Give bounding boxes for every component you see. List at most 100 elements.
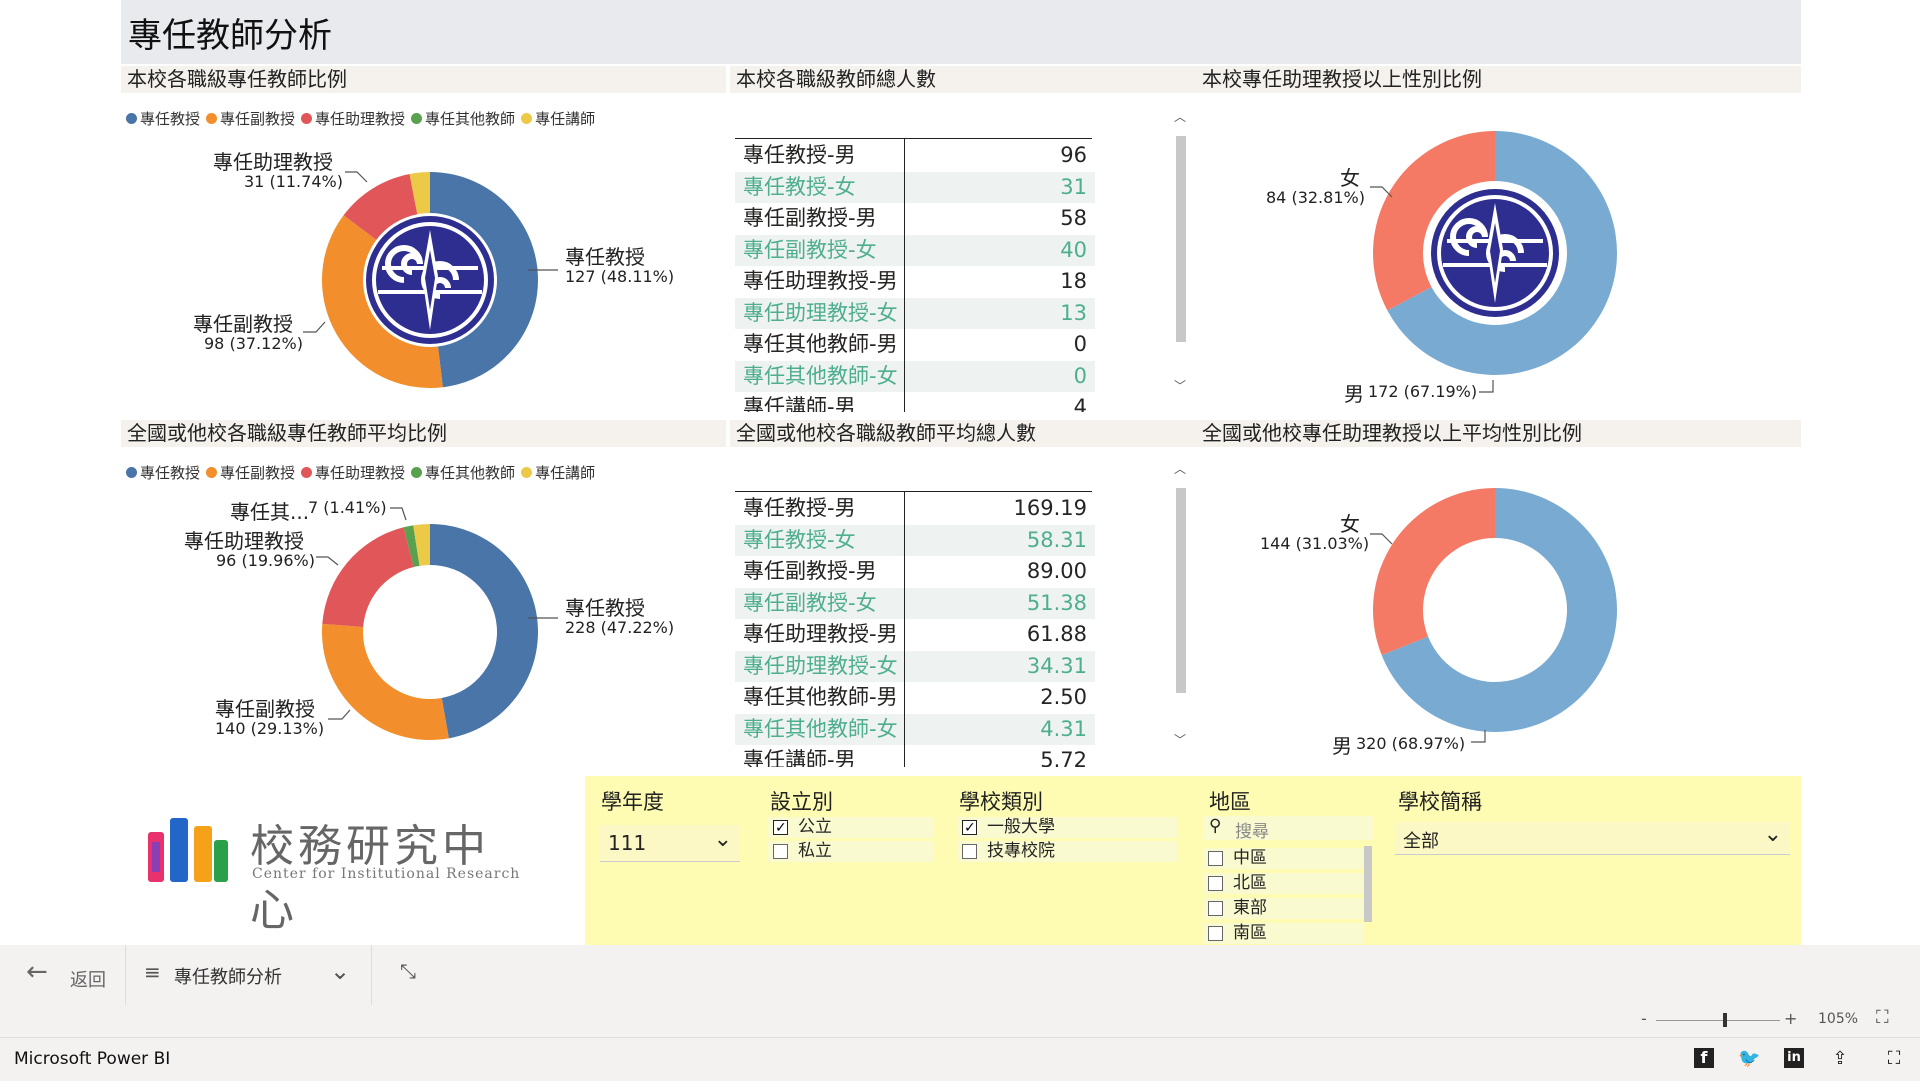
table-cell-category: 專任副教授-男 xyxy=(743,559,877,583)
table-row[interactable]: 專任教授-女 31 xyxy=(735,171,1095,203)
year-dropdown-value: 111 xyxy=(608,831,647,855)
option-label: 南區 xyxy=(1233,923,1267,943)
region-search-box[interactable]: ⚲ 搜尋 xyxy=(1203,816,1373,842)
option-label: 東部 xyxy=(1233,898,1267,918)
table-row[interactable]: 專任助理教授-男 61.88 xyxy=(735,619,1095,650)
table-row[interactable]: 專任講師-男 4 xyxy=(735,392,1095,412)
slice-label-value: 140 (29.13%) xyxy=(215,719,325,738)
region-scrollbar[interactable] xyxy=(1364,846,1372,922)
zoom-slider-thumb[interactable] xyxy=(1723,1013,1728,1027)
slice-label-value: 31 (11.74%) xyxy=(244,172,343,191)
slice-label-name: 專任教授 xyxy=(565,245,645,269)
slice-label-name: 男 xyxy=(1344,382,1364,406)
checkbox-icon[interactable] xyxy=(1208,851,1223,866)
table-row[interactable]: 專任副教授-男 58 xyxy=(735,203,1095,234)
table-cell-category: 專任副教授-女 xyxy=(743,590,877,615)
option-label: 北區 xyxy=(1233,873,1267,893)
table-column-rule xyxy=(904,491,905,767)
checkbox-icon[interactable] xyxy=(1208,926,1223,941)
facebook-icon[interactable]: f xyxy=(1694,1048,1714,1068)
table-row[interactable]: 專任副教授-女 40 xyxy=(735,234,1095,266)
linkedin-icon[interactable]: in xyxy=(1784,1048,1804,1068)
table-cell-value: 2.50 xyxy=(1040,685,1087,709)
slice-label-name: 專任助理教授 xyxy=(213,150,333,174)
table-cell-value: 31 xyxy=(1060,174,1087,199)
school-name-dropdown-value: 全部 xyxy=(1403,831,1439,852)
checkbox-icon[interactable] xyxy=(773,844,788,859)
table-cell-value: 34.31 xyxy=(1026,653,1087,678)
slice-label-value: 127 (48.11%) xyxy=(565,267,675,286)
table-scrollbar[interactable]: ︿ ﹀ xyxy=(1173,460,1187,748)
checkbox-option[interactable]: 技專校院 xyxy=(957,841,1177,862)
chevron-down-icon: ⌄ xyxy=(713,827,732,852)
fit-to-page-icon[interactable]: ⛶ xyxy=(1876,1007,1889,1028)
page-selector-dropdown[interactable]: ≡ 專任教師分析 ⌄ xyxy=(140,957,360,991)
back-label: 返回 xyxy=(70,970,106,991)
chevron-down-icon: ⌄ xyxy=(1763,822,1782,847)
table-row[interactable]: 專任助理教授-男 18 xyxy=(735,266,1095,297)
data-table-national-count: 專任教授-男 169.19 專任教授-女 58.31 專任副教授-男 89.00 專任副教授… xyxy=(735,493,1095,767)
report-canvas: 專任教師分析 本校各職級專任教師比例 本校各職級教師總人數 本校專任助理教授以上… xyxy=(0,0,1920,945)
region-list: 中區 北區 東部 南區 xyxy=(1203,842,1373,945)
footer-bar: Microsoft Power BI f 🐦 in ⇪ ⛶ xyxy=(0,1037,1920,1081)
checkbox-icon[interactable] xyxy=(1208,901,1223,916)
table-row[interactable]: 專任其他教師-男 2.50 xyxy=(735,682,1095,713)
table-scrollbar[interactable]: ︿ ﹀ xyxy=(1173,108,1187,394)
table-cell-category: 專任助理教授-女 xyxy=(743,300,898,325)
checkbox-option[interactable]: 北區 xyxy=(1203,873,1363,894)
table-row[interactable]: 專任其他教師-女 0 xyxy=(735,360,1095,392)
zoom-level: 105% xyxy=(1818,1011,1859,1027)
divider xyxy=(371,945,372,1005)
slice-label-name: 女 xyxy=(1340,166,1360,190)
table-row[interactable]: 專任講師-男 5.72 xyxy=(735,745,1095,767)
checkbox-option[interactable]: 東部 xyxy=(1203,898,1363,919)
checkbox-checked-icon[interactable] xyxy=(962,818,977,839)
slice-label-name: 專任副教授 xyxy=(215,697,315,721)
table-cell-category: 專任其他教師-女 xyxy=(743,363,898,388)
checkbox-option[interactable]: 中區 xyxy=(1203,848,1363,869)
brand-label: Microsoft Power BI xyxy=(14,1049,171,1069)
table-cell-value: 96 xyxy=(1060,143,1087,167)
zoom-in-button[interactable]: + xyxy=(1784,1009,1797,1028)
zoom-out-button[interactable]: - xyxy=(1641,1009,1647,1028)
logo-bars-icon xyxy=(148,818,228,882)
table-row[interactable]: 專任其他教師-男 0 xyxy=(735,329,1095,360)
checkbox-option[interactable]: 私立 xyxy=(768,841,933,862)
table-cell-category: 專任其他教師-男 xyxy=(743,332,898,356)
institution-logo: 校務研究中心 Center for Institutional Research xyxy=(146,808,536,936)
back-button[interactable]: ← 返回 xyxy=(22,957,122,991)
checkbox-icon[interactable] xyxy=(1208,876,1223,891)
page-selector-label: 專任教師分析 xyxy=(174,967,282,988)
exit-focus-mode-icon[interactable]: ⤡ xyxy=(394,959,422,987)
slice-label-name: 專任教授 xyxy=(565,596,645,620)
option-label: 公立 xyxy=(798,817,832,837)
checkbox-option[interactable]: 公立 xyxy=(768,817,933,839)
table-row[interactable]: 專任助理教授-女 13 xyxy=(735,297,1095,329)
school-name-dropdown[interactable]: 全部 ⌄ xyxy=(1395,822,1790,855)
table-cell-value: 18 xyxy=(1060,269,1087,293)
zoom-slider[interactable] xyxy=(1656,1020,1780,1021)
table-row[interactable]: 專任其他教師-女 4.31 xyxy=(735,713,1095,745)
checkbox-option[interactable]: 南區 xyxy=(1203,923,1363,944)
checkbox-checked-icon[interactable] xyxy=(773,818,788,839)
slice-label-value: 98 (37.12%) xyxy=(204,334,303,353)
table-row[interactable]: 專任助理教授-女 34.31 xyxy=(735,650,1095,682)
checkbox-option[interactable]: 一般大學 xyxy=(957,817,1177,839)
share-icon[interactable]: ⇪ xyxy=(1830,1048,1850,1069)
table-cell-value: 58.31 xyxy=(1026,527,1087,552)
checkbox-icon[interactable] xyxy=(962,844,977,859)
table-row[interactable]: 專任教授-男 169.19 xyxy=(735,493,1095,524)
table-cell-value: 0 xyxy=(1073,332,1087,356)
data-table-school-count: 專任教授-男 96 專任教授-女 31 專任副教授-男 58 專任副教授-女 40 專任助理教授… xyxy=(735,140,1095,412)
table-column-rule xyxy=(904,138,905,412)
slice-label-name: 女 xyxy=(1340,512,1360,536)
fullscreen-icon[interactable]: ⛶ xyxy=(1884,1048,1904,1069)
table-row[interactable]: 專任副教授-男 89.00 xyxy=(735,556,1095,587)
table-row[interactable]: 專任副教授-女 51.38 xyxy=(735,587,1095,619)
table-cell-category: 專任助理教授-女 xyxy=(743,653,898,678)
table-row[interactable]: 專任教授-男 96 xyxy=(735,140,1095,171)
twitter-icon[interactable]: 🐦 xyxy=(1738,1048,1760,1069)
year-dropdown[interactable]: 111 ⌄ xyxy=(600,825,740,862)
table-row[interactable]: 專任教授-女 58.31 xyxy=(735,524,1095,556)
slice-label-value: 144 (31.03%) xyxy=(1260,534,1370,553)
